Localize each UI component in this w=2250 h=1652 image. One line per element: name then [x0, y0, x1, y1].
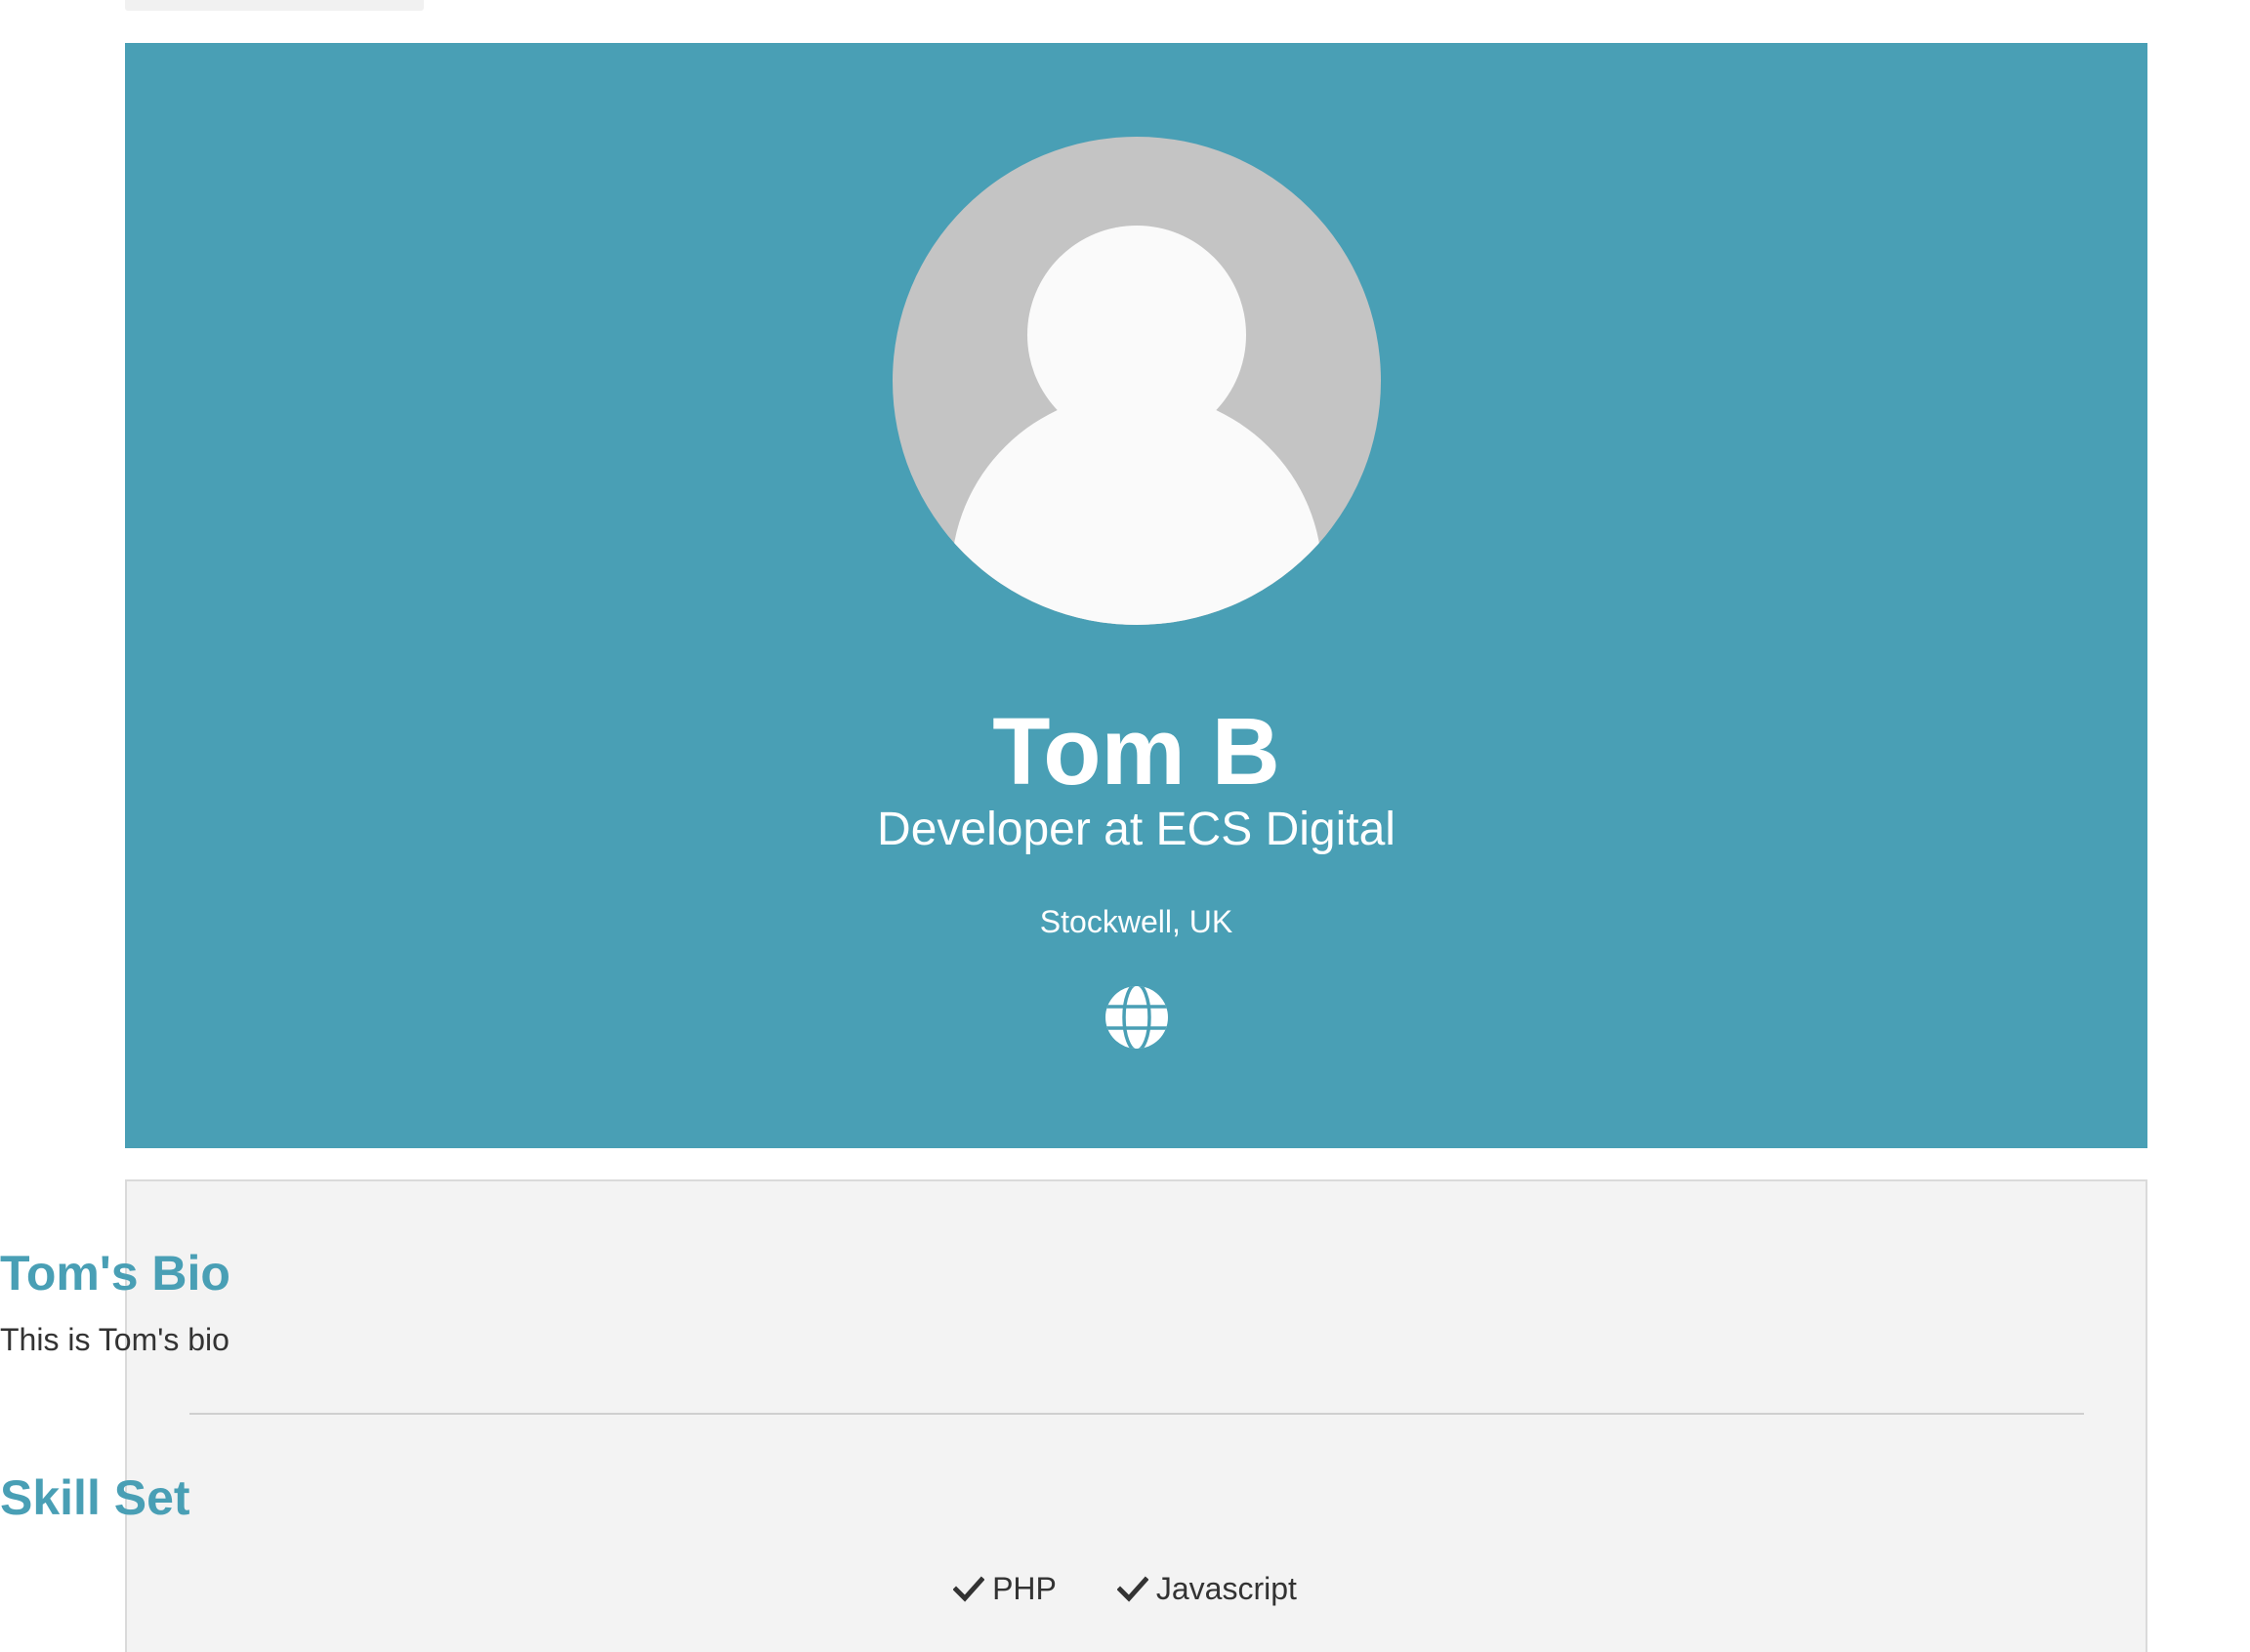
profile-name: Tom B	[992, 698, 1280, 805]
skills-list: PHP Javascript	[0, 1569, 2250, 1608]
globe-icon	[1105, 986, 1168, 1049]
skills-heading: Skill Set	[0, 1470, 190, 1525]
profile-header: Tom B Developer at ECS Digital Stockwell…	[125, 43, 2147, 1148]
skill-item: Javascript	[1116, 1569, 1297, 1608]
profile-location: Stockwell, UK	[1039, 904, 1233, 939]
website-link[interactable]	[1103, 983, 1171, 1052]
check-icon	[1116, 1576, 1148, 1602]
bio-heading: Tom's Bio	[0, 1246, 230, 1301]
profile-job-title: Developer at ECS Digital	[877, 804, 1396, 855]
skill-label: PHP	[992, 1571, 1057, 1606]
skill-item: PHP	[953, 1569, 1057, 1608]
check-icon	[953, 1576, 985, 1602]
default-avatar-icon	[893, 137, 1381, 625]
skill-label: Javascript	[1155, 1571, 1297, 1606]
back-button[interactable]	[125, 0, 424, 11]
section-divider	[189, 1413, 2084, 1415]
bio-text: This is Tom's bio	[0, 1322, 229, 1357]
